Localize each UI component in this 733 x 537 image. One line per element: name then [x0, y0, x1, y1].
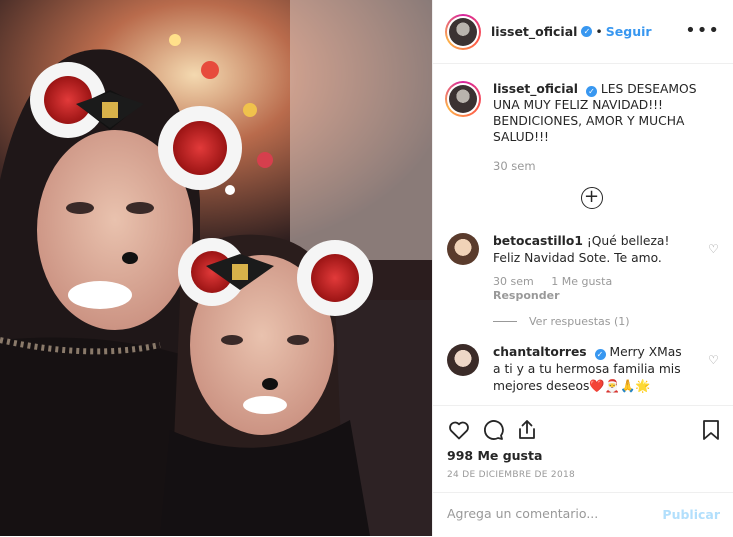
comment-input[interactable]: [447, 506, 647, 521]
caption: lisset_oficial ✓ LES DESEAMOS UNA MUY FE…: [445, 81, 722, 145]
caption-time[interactable]: 30 sem: [493, 159, 722, 173]
selfie-with-bear-ears-filter: [0, 0, 432, 536]
plus-circle-icon[interactable]: +: [580, 187, 603, 209]
post-photo[interactable]: [0, 0, 432, 536]
heart-icon[interactable]: [447, 418, 471, 442]
separator-dot: •: [595, 24, 603, 39]
post-actions: 998 Me gusta 24 DE DICIEMBRE DE 2018 Pub…: [433, 405, 733, 536]
comment-username[interactable]: betocastillo1: [493, 234, 583, 248]
reply-button[interactable]: Responder: [493, 289, 708, 303]
verified-badge-icon: ✓: [585, 86, 597, 97]
bookmark-icon[interactable]: [700, 418, 722, 442]
caption-username[interactable]: lisset_oficial: [493, 82, 578, 96]
post-header: lisset_oficial ✓ • Seguir •••: [433, 0, 733, 64]
header-username[interactable]: lisset_oficial: [491, 24, 577, 39]
more-options-icon[interactable]: •••: [685, 22, 720, 40]
comment-item: betocastillo1 ¡Qué belleza! Feliz Navida…: [445, 233, 722, 267]
comment-likes[interactable]: 1 Me gusta: [551, 275, 612, 288]
view-replies[interactable]: Ver respuestas (1): [493, 315, 722, 328]
publish-button[interactable]: Publicar: [662, 507, 720, 522]
comment-avatar[interactable]: [447, 233, 479, 265]
follow-button[interactable]: Seguir: [606, 24, 652, 39]
view-replies-label[interactable]: Ver respuestas (1): [529, 315, 630, 328]
comment-meta: 30 sem 1 Me gusta Responder: [493, 275, 722, 303]
likes-count[interactable]: 998 Me gusta: [447, 448, 542, 463]
comments-list[interactable]: lisset_oficial ✓ LES DESEAMOS UNA MUY FE…: [433, 65, 733, 405]
share-icon[interactable]: [515, 418, 539, 442]
comment-time[interactable]: 30 sem: [493, 275, 534, 288]
comment-avatar[interactable]: [447, 344, 479, 376]
post-date[interactable]: 24 DE DICIEMBRE DE 2018: [447, 470, 575, 480]
comment-like-heart-icon[interactable]: ♡: [708, 353, 720, 367]
caption-avatar[interactable]: [445, 81, 481, 117]
comment-like-heart-icon[interactable]: ♡: [708, 242, 720, 256]
comment-item: chantaltorres ✓ Merry XMas a ti y a tu h…: [445, 344, 722, 395]
avatar[interactable]: [445, 13, 481, 50]
instagram-post: lisset_oficial ✓ • Seguir ••• lisset_ofi…: [0, 0, 733, 536]
comment-username[interactable]: chantaltorres: [493, 345, 587, 359]
verified-badge-icon: ✓: [581, 26, 593, 37]
verified-badge-icon: ✓: [594, 349, 606, 360]
add-comment-bar: Publicar: [433, 492, 733, 537]
post-details-panel: lisset_oficial ✓ • Seguir ••• lisset_ofi…: [432, 0, 733, 536]
replies-divider: [493, 321, 517, 322]
comment-icon[interactable]: [481, 418, 505, 442]
